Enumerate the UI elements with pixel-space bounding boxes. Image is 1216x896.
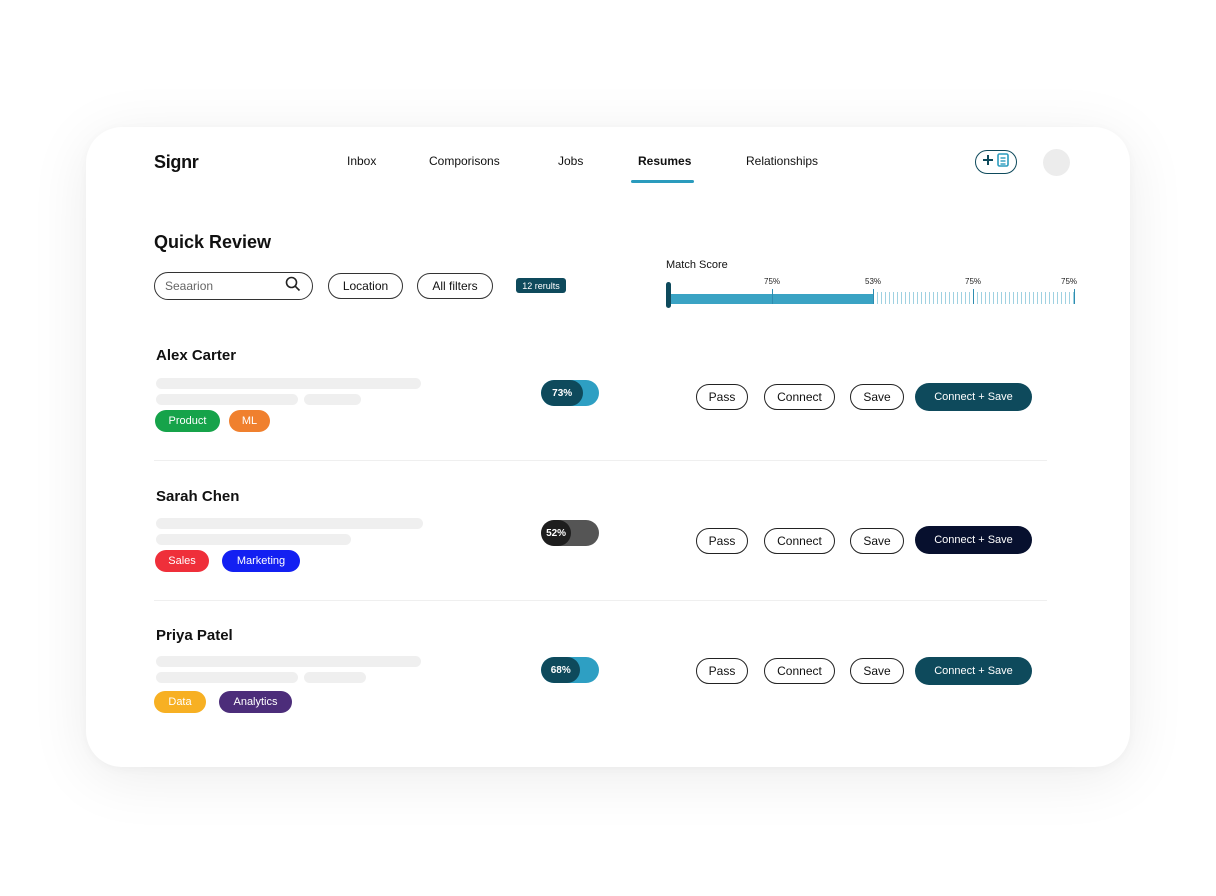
match-score-tick: 75% — [763, 277, 781, 286]
match-score-tick: 53% — [864, 277, 882, 286]
search-input[interactable] — [163, 278, 285, 294]
plus-document-icon — [981, 152, 1011, 173]
skeleton-line — [156, 378, 421, 389]
add-resume-button[interactable] — [975, 150, 1017, 174]
connect-save-button[interactable]: Connect + Save — [915, 526, 1032, 554]
all-filters-button[interactable]: All filters — [417, 273, 493, 299]
row-divider — [154, 460, 1047, 461]
save-button[interactable]: Save — [850, 528, 904, 554]
match-score-marker — [1074, 289, 1075, 304]
match-score-pill: 68% — [541, 657, 599, 683]
candidate-name[interactable]: Priya Patel — [156, 627, 233, 644]
skeleton-line — [304, 672, 366, 683]
nav-active-indicator — [631, 180, 694, 183]
connect-button[interactable]: Connect — [764, 384, 835, 410]
match-score-marker — [873, 289, 874, 304]
app-logo[interactable]: Signr — [154, 152, 199, 173]
avatar[interactable] — [1043, 149, 1070, 176]
save-button[interactable]: Save — [850, 658, 904, 684]
tag-ml[interactable]: ML — [229, 410, 270, 432]
tag-data[interactable]: Data — [154, 691, 206, 713]
nav-inbox[interactable]: Inbox — [347, 154, 376, 168]
match-score-slider-track[interactable] — [873, 292, 1075, 304]
match-score-marker — [973, 289, 974, 304]
match-score-pill: 52% — [541, 520, 599, 546]
nav-jobs[interactable]: Jobs — [558, 154, 583, 168]
skeleton-line — [156, 394, 298, 405]
tag-analytics[interactable]: Analytics — [219, 691, 292, 713]
match-score-fill: 68% — [541, 657, 581, 683]
nav-comparisons[interactable]: Comporisons — [429, 154, 500, 168]
match-score-tick: 75% — [964, 277, 982, 286]
connect-button[interactable]: Connect — [764, 528, 835, 554]
search-icon[interactable] — [285, 276, 301, 297]
tag-marketing[interactable]: Marketing — [222, 550, 300, 572]
tag-product[interactable]: Product — [155, 410, 220, 432]
row-divider — [154, 600, 1047, 601]
page-title: Quick Review — [154, 232, 272, 252]
skeleton-line — [156, 534, 351, 545]
pass-button[interactable]: Pass — [696, 658, 748, 684]
match-score-fill: 52% — [541, 520, 572, 546]
match-score-pill: 73% — [541, 380, 599, 406]
skeleton-line — [156, 656, 421, 667]
search-field[interactable] — [154, 272, 313, 300]
nav-relationships[interactable]: Relationships — [746, 154, 818, 168]
connect-button[interactable]: Connect — [764, 658, 835, 684]
connect-save-button[interactable]: Connect + Save — [915, 383, 1032, 411]
results-count-badge: 12 rerults — [516, 278, 566, 293]
skeleton-line — [304, 394, 361, 405]
match-score-fill: 73% — [541, 380, 584, 406]
skeleton-line — [156, 518, 423, 529]
location-filter-button[interactable]: Location — [328, 273, 403, 299]
nav-resumes[interactable]: Resumes — [638, 154, 691, 168]
tag-sales[interactable]: Sales — [155, 550, 209, 572]
pass-button[interactable]: Pass — [696, 528, 748, 554]
match-score-label: Match Score — [666, 259, 728, 271]
save-button[interactable]: Save — [850, 384, 904, 410]
connect-save-button[interactable]: Connect + Save — [915, 657, 1032, 685]
pass-button[interactable]: Pass — [696, 384, 748, 410]
candidate-name[interactable]: Alex Carter — [156, 347, 236, 364]
skeleton-line — [156, 672, 298, 683]
match-score-marker — [772, 289, 773, 304]
match-score-tick: 75% — [1060, 277, 1078, 286]
candidate-name[interactable]: Sarah Chen — [156, 488, 239, 505]
